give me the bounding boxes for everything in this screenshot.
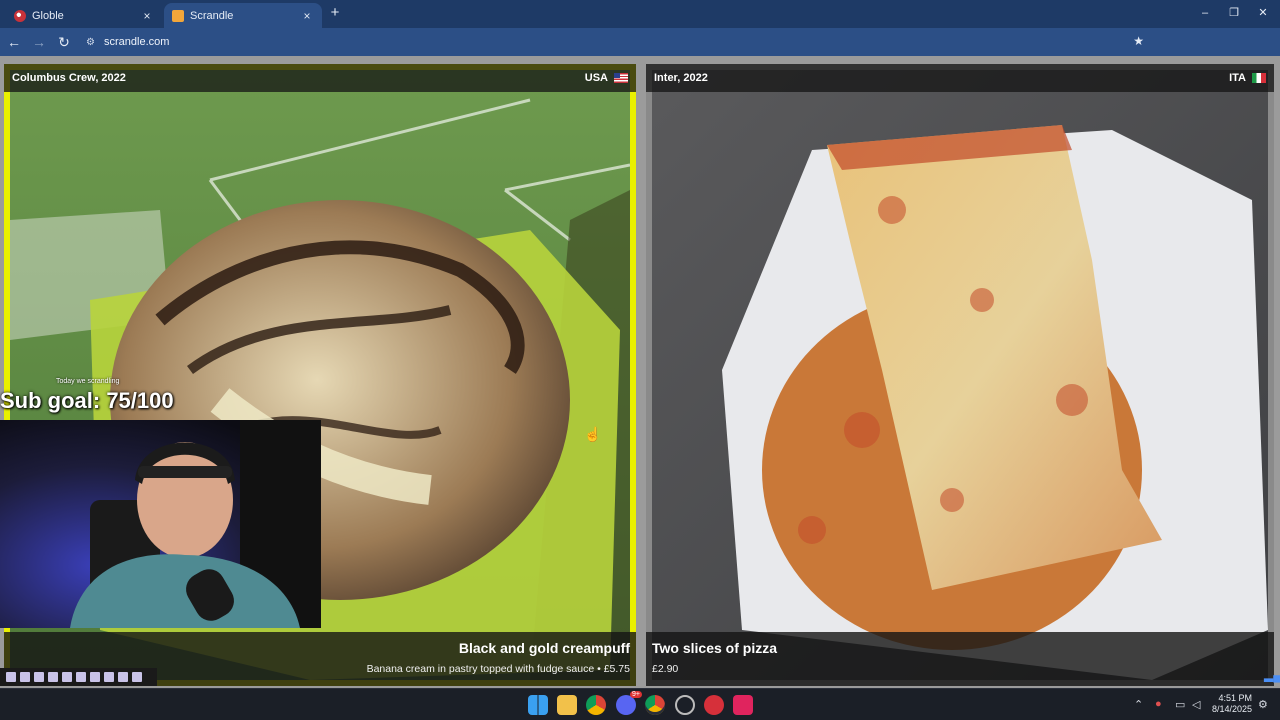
forward-icon[interactable]: → (28, 31, 50, 53)
new-tab-button[interactable]: + (328, 5, 342, 21)
food-card-right[interactable]: Inter, 2022 ITA Two slices of pizza £2.9… (646, 64, 1274, 686)
italy-flag-icon (1252, 73, 1266, 83)
network-icon[interactable]: ▭ (1175, 698, 1185, 711)
volume-icon[interactable]: ◁ (1192, 698, 1200, 711)
windows-start-icon[interactable] (528, 695, 548, 715)
progress-square (76, 672, 86, 682)
progress-square (20, 672, 30, 682)
chrome-icon[interactable] (586, 695, 606, 715)
tab-strip: Globle × Scrandle × + – ❐ ✕ (0, 0, 1280, 28)
pizza-photo (652, 70, 1268, 680)
microphone-icon[interactable]: ● (1155, 698, 1162, 710)
notifications-icon[interactable]: ⚙ (1258, 698, 1268, 711)
progress-square (62, 672, 72, 682)
progress-square (118, 672, 128, 682)
file-explorer-icon[interactable] (557, 695, 577, 715)
discord-icon[interactable]: 9+ (616, 691, 642, 715)
sub-goal-overlay: Sub goal: 75/100 (0, 388, 174, 413)
team-label: Inter, 2022 (654, 72, 708, 84)
clock-date: 8/14/2025 (1211, 704, 1252, 714)
progress-square (6, 672, 16, 682)
stream-ticker: Today we scrandling (56, 378, 120, 385)
tab-scrandle[interactable]: Scrandle × (164, 3, 322, 28)
restore-button[interactable]: ❐ (1221, 4, 1247, 22)
notification-badge: 9+ (630, 691, 642, 698)
url-text: scrandle.com (104, 36, 170, 48)
close-tab-icon[interactable]: × (140, 9, 154, 23)
card-header: Inter, 2022 ITA (646, 64, 1274, 92)
progress-square (48, 672, 58, 682)
tab-label: Scrandle (190, 9, 234, 22)
hand-cursor-icon: ☝ (584, 426, 602, 442)
us-flag-icon (614, 73, 628, 83)
progress-square (132, 672, 142, 682)
taskbar: 9+ ⌃ ● ▭ ◁ 4:51 PM 8/14/2025 ⚙ (0, 688, 1280, 720)
clock-time: 4:51 PM (1218, 693, 1252, 703)
app-red-icon[interactable] (704, 695, 724, 715)
country-code: ITA (1229, 72, 1246, 84)
site-info-icon[interactable]: ⚙ (86, 37, 100, 48)
food-title: Black and gold creampuff (458, 640, 630, 656)
tab-globle[interactable]: Globle × (6, 3, 162, 28)
address-bar[interactable]: ⚙ scrandle.com ★ (80, 31, 1150, 53)
card-caption: Two slices of pizza £2.90 (646, 632, 1274, 686)
tray-chevron-icon[interactable]: ⌃ (1134, 698, 1143, 711)
scrandle-favicon-icon (172, 9, 184, 22)
globle-favicon-icon (14, 9, 26, 22)
progress-square (34, 672, 44, 682)
progress-square (90, 672, 100, 682)
reload-icon[interactable]: ↻ (53, 31, 75, 53)
obs-icon[interactable] (675, 695, 695, 715)
webcam-overlay (0, 420, 321, 628)
country-code: USA (584, 72, 608, 84)
progress-square (104, 672, 114, 682)
food-title: Two slices of pizza (652, 640, 777, 656)
stream-progress-squares (0, 668, 157, 686)
browser-toolbar: ← → ↻ ⚙ scrandle.com ★ ⧉ ▭ ⋮ (0, 28, 1280, 77)
team-label: Columbus Crew, 2022 (12, 72, 126, 84)
bookmark-star-icon[interactable]: ★ (1133, 34, 1144, 48)
back-icon[interactable]: ← (3, 31, 25, 53)
close-window-button[interactable]: ✕ (1250, 4, 1276, 22)
close-tab-icon[interactable]: × (300, 9, 314, 23)
card-header: Columbus Crew, 2022 USA (4, 64, 636, 92)
scrandle-page: Columbus Crew, 2022 USA Black and gold c… (0, 56, 1280, 688)
minimize-button[interactable]: – (1192, 4, 1218, 22)
system-clock[interactable]: 4:51 PM 8/14/2025 (1208, 693, 1252, 715)
food-price: £2.90 (652, 663, 679, 675)
tiktok-icon[interactable] (733, 695, 753, 715)
chrome-profile-icon[interactable] (645, 695, 665, 715)
tab-label: Globle (32, 9, 64, 22)
signal-bars-icon: ▂▄▆ (1264, 668, 1280, 682)
